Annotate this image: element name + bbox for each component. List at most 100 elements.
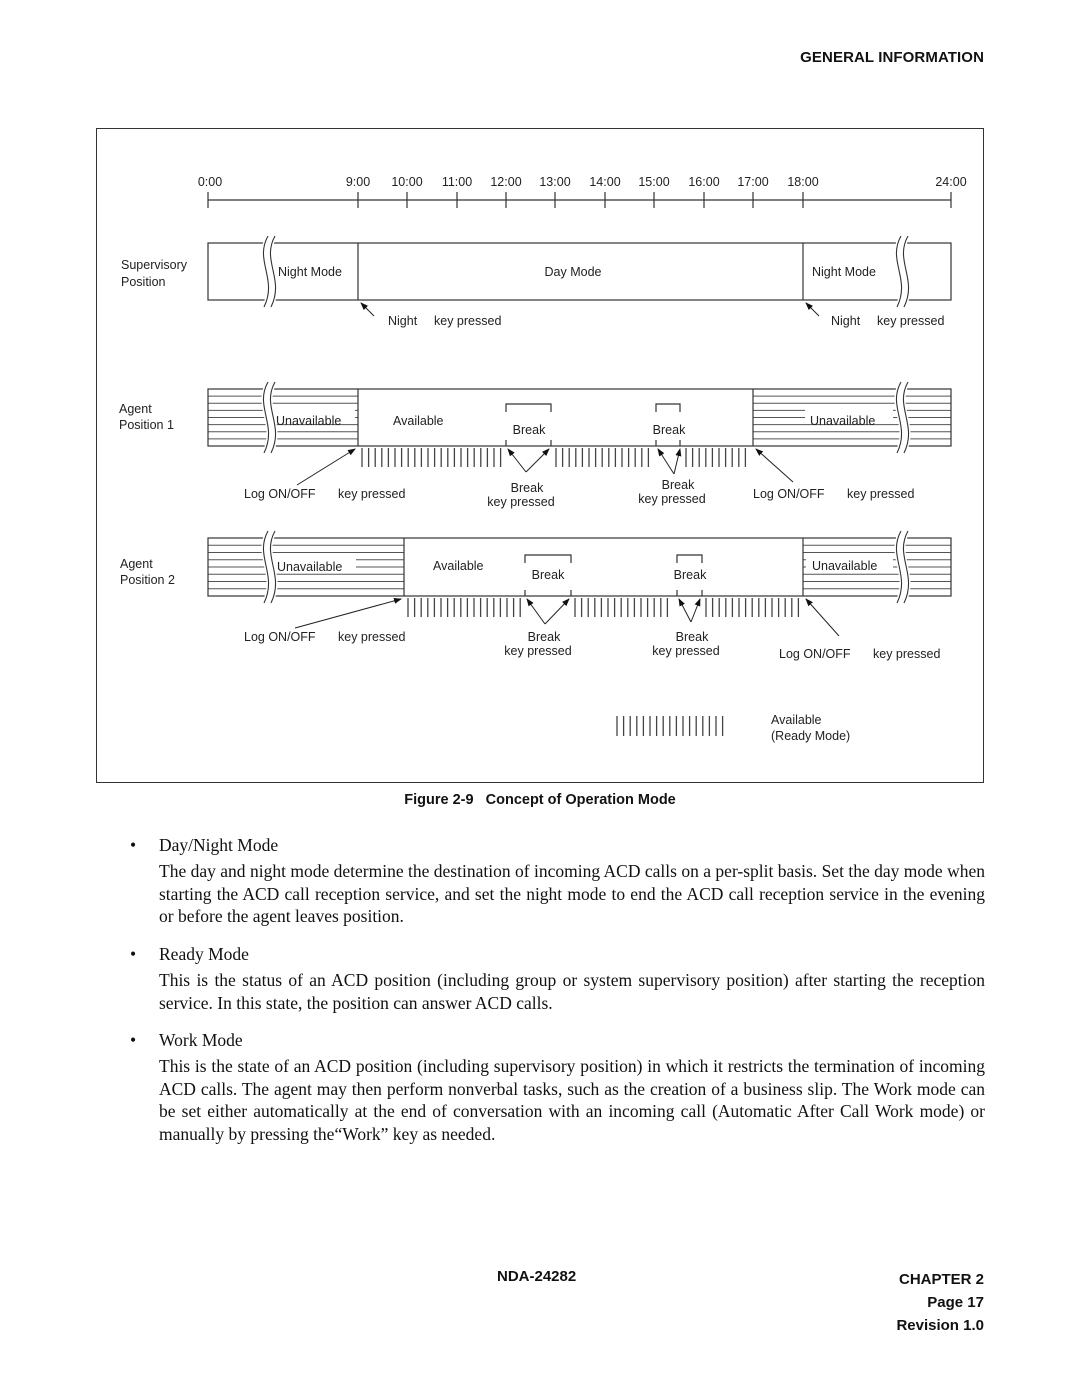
break-bracket-ends bbox=[655, 440, 681, 446]
annotation-arrow bbox=[296, 448, 356, 486]
break-bracket bbox=[676, 554, 703, 563]
unavailable-label: Unavailable bbox=[810, 414, 875, 428]
annotation-key: Log ON/OFF bbox=[244, 630, 316, 644]
unavailable-label: Unavailable bbox=[812, 559, 877, 573]
row-label: Agent bbox=[120, 557, 153, 571]
tick-label: 9:00 bbox=[346, 175, 370, 189]
annotation-key: Log ON/OFF bbox=[779, 647, 851, 661]
tick-label: 0:00 bbox=[198, 175, 222, 189]
operation-mode-diagram: 0:00 9:00 10:00 11:00 12:00 13:00 14:00 … bbox=[119, 175, 967, 743]
annotation-arrow bbox=[360, 302, 375, 317]
tick-label: 15:00 bbox=[638, 175, 669, 189]
break-label: Break bbox=[674, 568, 707, 582]
legend-label: Available bbox=[771, 713, 822, 727]
annotation-arrow bbox=[805, 302, 820, 317]
supervisory-row: Supervisory Position Night Mode Day Mode… bbox=[121, 235, 952, 328]
section-title-day-night: Day/Night Mode bbox=[159, 835, 279, 855]
bullet: • bbox=[130, 835, 137, 855]
annotation-arrow bbox=[690, 598, 701, 623]
section-text-work: This is the state of an ACD position (in… bbox=[159, 1056, 985, 1144]
annotation-arrow bbox=[544, 598, 570, 625]
break-bracket bbox=[655, 403, 681, 412]
annotation-text: key pressed bbox=[847, 487, 914, 501]
break-bracket-ends bbox=[505, 440, 552, 446]
break-label: Break bbox=[653, 423, 686, 437]
legend-label: (Ready Mode) bbox=[771, 729, 850, 743]
annotation-key: Night bbox=[388, 314, 418, 328]
figure-number: Figure 2-9 bbox=[404, 792, 474, 808]
section-text-day-night: The day and night mode determine the des… bbox=[159, 861, 985, 926]
tick-label: 24:00 bbox=[935, 175, 966, 189]
row-label: Position 1 bbox=[119, 418, 174, 432]
break-bracket bbox=[524, 554, 572, 563]
annotation-arrow bbox=[294, 597, 402, 629]
legend-swatch bbox=[616, 716, 724, 736]
tick-label: 17:00 bbox=[737, 175, 768, 189]
annotation-arrow bbox=[678, 598, 692, 623]
break-bracket bbox=[505, 403, 552, 412]
annotation-text: key pressed bbox=[338, 487, 405, 501]
bullet: • bbox=[130, 944, 137, 964]
time-break-mark bbox=[894, 530, 911, 604]
available-label: Available bbox=[433, 559, 484, 573]
annotation-text: Break bbox=[511, 481, 544, 495]
annotation-text: key pressed bbox=[487, 495, 554, 509]
figure-caption: Figure 2-9 Concept of Operation Mode bbox=[0, 792, 1080, 808]
revision-label: Revision 1.0 bbox=[896, 1317, 984, 1334]
night-mode-label: Night Mode bbox=[278, 265, 342, 279]
annotation-text: key pressed bbox=[638, 492, 705, 506]
row-label: Agent bbox=[119, 402, 152, 416]
time-break-mark bbox=[261, 530, 278, 604]
legend: Available (Ready Mode) bbox=[616, 713, 850, 743]
annotation-text: Break bbox=[528, 630, 561, 644]
annotation-text: key pressed bbox=[877, 314, 944, 328]
annotation-text: Break bbox=[662, 478, 695, 492]
annotation-text: key pressed bbox=[504, 644, 571, 658]
annotation-text: key pressed bbox=[652, 644, 719, 658]
day-mode-label: Day Mode bbox=[545, 265, 602, 279]
annotation-arrow bbox=[507, 448, 527, 473]
break-bracket-ends bbox=[524, 590, 572, 596]
annotation-text: Break bbox=[676, 630, 709, 644]
bullet: • bbox=[130, 1030, 137, 1050]
break-bracket-ends bbox=[676, 590, 703, 596]
tick-label: 13:00 bbox=[539, 175, 570, 189]
annotation-key: Night bbox=[831, 314, 861, 328]
agent-position-2-row: Agent Position 2 Unavailable Available U… bbox=[120, 530, 952, 661]
annotation-arrow bbox=[755, 448, 794, 483]
row-label: Supervisory bbox=[121, 258, 188, 272]
available-label: Available bbox=[393, 414, 444, 428]
timeline: 0:00 9:00 10:00 11:00 12:00 13:00 14:00 … bbox=[198, 175, 967, 208]
document-number: NDA-24282 bbox=[497, 1268, 577, 1285]
agent-position-1-row: Agent Position 1 Unavailable Available U… bbox=[119, 381, 952, 509]
annotation-arrow bbox=[525, 448, 550, 473]
annotation-key: Log ON/OFF bbox=[244, 487, 316, 501]
night-mode-label: Night Mode bbox=[812, 265, 876, 279]
tick-label: 14:00 bbox=[589, 175, 620, 189]
time-break-mark bbox=[894, 235, 911, 308]
annotation-text: key pressed bbox=[434, 314, 501, 328]
break-label: Break bbox=[532, 568, 565, 582]
section-title-ready: Ready Mode bbox=[159, 944, 249, 964]
row-label: Position 2 bbox=[120, 573, 175, 587]
tick-label: 10:00 bbox=[391, 175, 422, 189]
annotation-arrow bbox=[526, 598, 546, 625]
time-break-mark bbox=[894, 381, 911, 454]
time-break-mark bbox=[261, 235, 278, 308]
row-label: Position bbox=[121, 275, 166, 289]
annotation-arrow bbox=[805, 598, 840, 637]
figure-title: Concept of Operation Mode bbox=[485, 792, 676, 808]
annotation-text: key pressed bbox=[338, 630, 405, 644]
section-title-work: Work Mode bbox=[159, 1030, 243, 1050]
unavailable-label: Unavailable bbox=[277, 560, 342, 574]
footer-page-info: CHAPTER 2 Page 17 Revision 1.0 bbox=[896, 1268, 984, 1337]
annotation-arrow bbox=[673, 448, 682, 475]
unavailable-label: Unavailable bbox=[276, 414, 341, 428]
tick-label: 11:00 bbox=[442, 175, 472, 189]
tick-label: 12:00 bbox=[490, 175, 521, 189]
chapter-label: CHAPTER 2 bbox=[898, 1271, 984, 1288]
break-label: Break bbox=[513, 423, 546, 437]
annotation-key: Log ON/OFF bbox=[753, 487, 825, 501]
page-number: Page 17 bbox=[927, 1294, 984, 1311]
tick-label: 18:00 bbox=[787, 175, 818, 189]
